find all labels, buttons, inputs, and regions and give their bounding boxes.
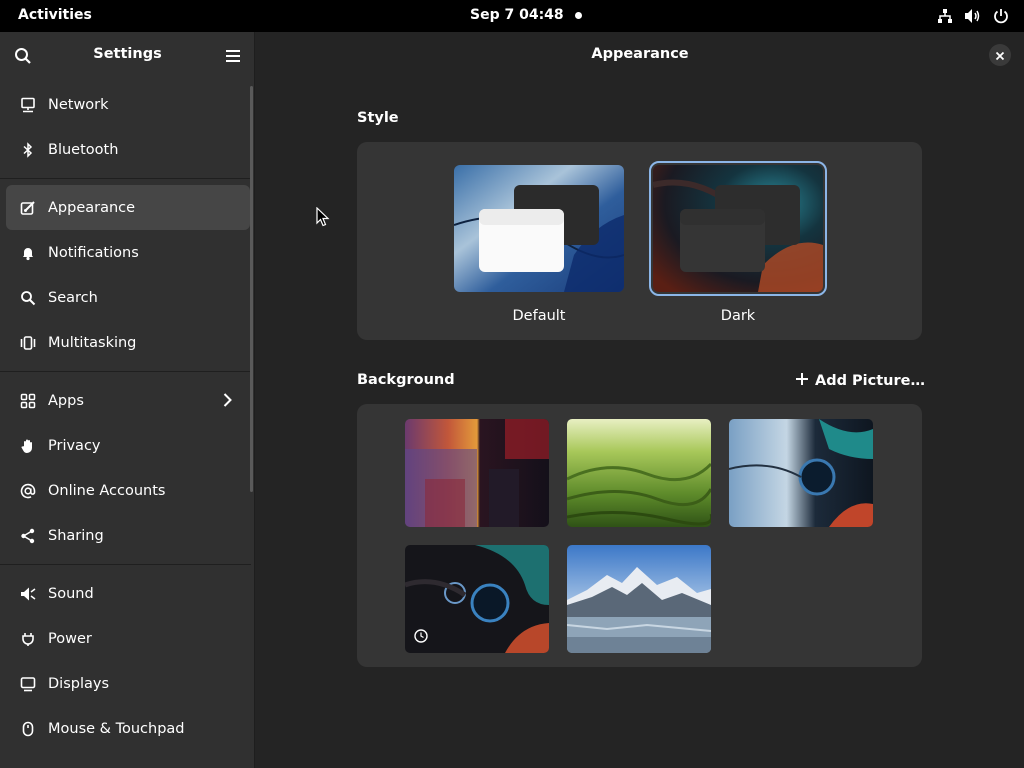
background-thumbnail-current[interactable] xyxy=(405,545,549,653)
share-icon xyxy=(18,526,38,546)
sidebar-item-label: Notifications xyxy=(48,244,139,261)
plus-icon xyxy=(795,372,809,390)
sidebar-item-label: Bluetooth xyxy=(48,141,119,158)
sidebar-item-label: Privacy xyxy=(48,437,101,454)
sidebar-item-bluetooth[interactable]: Bluetooth xyxy=(6,127,250,172)
display-icon xyxy=(18,674,38,694)
sidebar-item-appearance[interactable]: Appearance xyxy=(6,185,250,230)
bell-icon xyxy=(18,243,38,263)
speaker-icon xyxy=(18,584,38,604)
page-title: Appearance xyxy=(591,46,689,62)
clock[interactable]: Sep 7 04:48 xyxy=(470,7,564,23)
sidebar-item-mouse-touchpad[interactable]: Mouse & Touchpad xyxy=(6,706,250,751)
mouse-cursor-icon xyxy=(316,206,330,227)
sidebar-item-displays[interactable]: Displays xyxy=(6,661,250,706)
hamburger-menu-icon[interactable] xyxy=(222,45,244,67)
sidebar-item-label: Power xyxy=(48,630,92,647)
at-icon xyxy=(18,481,38,501)
background-thumbnail[interactable] xyxy=(567,545,711,653)
style-section-label: Style xyxy=(357,110,399,126)
sidebar-item-online-accounts[interactable]: Online Accounts xyxy=(6,468,250,513)
chevron-right-icon xyxy=(218,391,236,409)
sidebar-item-label: Appearance xyxy=(48,199,136,216)
sidebar-item-notifications[interactable]: Notifications xyxy=(6,230,250,275)
sidebar-item-label: Sound xyxy=(48,585,94,602)
background-thumbnail[interactable] xyxy=(729,419,873,527)
network-icon xyxy=(18,95,38,115)
sidebar-separator xyxy=(0,564,251,565)
close-icon xyxy=(995,46,1005,65)
style-default-label: Default xyxy=(512,308,566,324)
style-dark-label: Dark xyxy=(720,308,756,324)
notification-dot xyxy=(575,12,582,19)
apps-grid-icon xyxy=(18,391,38,411)
sidebar-item-label: Sharing xyxy=(48,527,104,544)
sidebar-item-power[interactable]: Power xyxy=(6,616,250,661)
style-dark-preview[interactable] xyxy=(649,161,827,296)
volume-icon[interactable] xyxy=(964,7,982,25)
sidebar-item-label: Multitasking xyxy=(48,334,137,351)
style-card: Default Dark xyxy=(357,142,922,340)
top-bar: Activities Sep 7 04:48 xyxy=(0,0,1024,32)
main-panel: Appearance Style Default Dark Background… xyxy=(256,32,1024,768)
sidebar-item-label: Apps xyxy=(48,392,84,409)
sidebar-item-apps[interactable]: Apps xyxy=(6,378,250,423)
sidebar-item-multitasking[interactable]: Multitasking xyxy=(6,320,250,365)
multitasking-icon xyxy=(18,333,38,353)
search-icon xyxy=(18,288,38,308)
sidebar-item-privacy[interactable]: Privacy xyxy=(6,423,250,468)
close-button[interactable] xyxy=(989,44,1011,66)
appearance-icon xyxy=(18,198,38,218)
style-default-preview[interactable] xyxy=(454,165,624,292)
background-thumbnail[interactable] xyxy=(567,419,711,527)
hand-icon xyxy=(18,436,38,456)
power-plug-icon xyxy=(18,629,38,649)
add-picture-button[interactable]: Add Picture… xyxy=(795,372,925,390)
bluetooth-icon xyxy=(18,140,38,160)
sidebar-item-sound[interactable]: Sound xyxy=(6,571,250,616)
activities-button[interactable]: Activities xyxy=(18,7,92,23)
sidebar-item-label: Network xyxy=(48,96,109,113)
add-picture-label: Add Picture… xyxy=(815,373,925,389)
sidebar-scrollbar[interactable] xyxy=(250,86,253,492)
sidebar-item-search[interactable]: Search xyxy=(6,275,250,320)
power-icon[interactable] xyxy=(992,7,1010,25)
mouse-icon xyxy=(18,719,38,739)
sidebar-title: Settings xyxy=(93,46,162,62)
background-thumbnail[interactable] xyxy=(405,419,549,527)
sidebar-item-sharing[interactable]: Sharing xyxy=(6,513,250,558)
sidebar-item-label: Displays xyxy=(48,675,110,692)
sidebar-item-label: Search xyxy=(48,289,98,306)
sidebar-list: Network Bluetooth Appearance Notificatio xyxy=(0,82,251,751)
sidebar-header: Settings xyxy=(0,32,255,78)
sidebar-item-label: Mouse & Touchpad xyxy=(48,720,185,737)
sidebar-separator xyxy=(0,178,251,179)
sidebar: Settings Network Bluetooth Appearance No… xyxy=(0,32,255,768)
sidebar-item-label: Online Accounts xyxy=(48,482,166,499)
sidebar-separator xyxy=(0,371,251,372)
network-wired-icon[interactable] xyxy=(936,7,954,25)
settings-window: Settings Network Bluetooth Appearance No… xyxy=(0,32,1024,768)
sidebar-item-network[interactable]: Network xyxy=(6,82,250,127)
system-tray[interactable] xyxy=(936,7,1010,25)
background-card xyxy=(357,404,922,667)
background-section-label: Background xyxy=(357,372,455,388)
